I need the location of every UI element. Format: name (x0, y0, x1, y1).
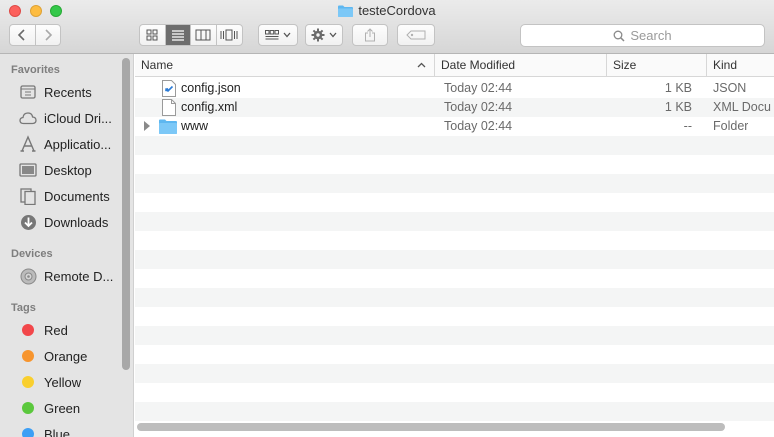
cover-flow-icon (220, 29, 238, 41)
sidebar-item-applications[interactable]: Applicatio... (0, 133, 120, 155)
search-placeholder: Search (630, 28, 672, 43)
blue-tag-dot-icon (22, 428, 34, 437)
column-view-button[interactable] (191, 25, 217, 45)
edit-tags-button[interactable] (397, 24, 435, 46)
sidebar-scrollbar[interactable] (122, 58, 130, 370)
chevron-right-icon (45, 29, 52, 41)
empty-row (135, 212, 774, 231)
disclosure-triangle-icon[interactable] (144, 121, 150, 131)
sidebar-tag-orange[interactable]: Orange (0, 345, 120, 367)
sidebar: Favorites Recents iCloud Dri... Applicat… (0, 54, 134, 437)
cloud-icon (19, 109, 37, 127)
sidebar-item-documents[interactable]: Documents (0, 185, 120, 207)
red-tag-dot-icon (22, 324, 34, 336)
tag-icon (406, 30, 426, 40)
folder-icon (338, 5, 354, 17)
share-icon (365, 28, 375, 42)
column-name[interactable]: Name (135, 54, 435, 76)
file-row-www[interactable]: www Today 02:44 -- Folder (135, 117, 774, 136)
devices-heading: Devices (11, 248, 53, 260)
downloads-icon (19, 213, 37, 231)
folder-icon (159, 119, 177, 134)
sidebar-item-icloud[interactable]: iCloud Dri... (0, 107, 120, 129)
sidebar-item-downloads[interactable]: Downloads (0, 211, 120, 233)
orange-tag-dot-icon (22, 350, 34, 362)
gear-icon (311, 28, 325, 42)
search-icon (613, 30, 625, 42)
empty-row (135, 136, 774, 155)
column-size[interactable]: Size (607, 54, 707, 76)
horizontal-scrollbar[interactable] (137, 423, 725, 431)
empty-row (135, 250, 774, 269)
list-icon (171, 30, 184, 41)
chevron-down-icon (329, 32, 337, 38)
tags-heading: Tags (11, 302, 36, 314)
window-title: testeCordova (358, 3, 436, 18)
empty-row (135, 288, 774, 307)
column-date-modified[interactable]: Date Modified (435, 54, 607, 76)
cover-flow-button[interactable] (217, 25, 242, 45)
back-forward-group (9, 24, 61, 46)
document-icon (162, 99, 176, 116)
yellow-tag-dot-icon (22, 376, 34, 388)
sidebar-tag-red[interactable]: Red (0, 319, 120, 341)
sidebar-tag-green[interactable]: Green (0, 397, 120, 419)
sort-ascending-icon (417, 62, 426, 68)
sidebar-tag-blue[interactable]: Blue (0, 423, 120, 437)
grid-icon (146, 29, 158, 41)
empty-row (135, 364, 774, 383)
favorites-heading: Favorites (11, 64, 60, 76)
applications-icon (19, 135, 37, 153)
file-list: Name Date Modified Size Kind config.json… (135, 54, 774, 437)
sidebar-item-remote-disc[interactable]: Remote D... (0, 265, 120, 287)
toolbar: testeCordova Search (0, 0, 774, 54)
vscode-file-icon (162, 80, 176, 97)
arrange-button[interactable] (258, 24, 298, 46)
disc-icon (19, 267, 37, 285)
column-kind[interactable]: Kind (707, 54, 774, 76)
file-row-config-json[interactable]: config.json Today 02:44 1 KB JSON (135, 79, 774, 98)
back-button[interactable] (10, 25, 36, 45)
sidebar-tag-yellow[interactable]: Yellow (0, 371, 120, 393)
columns-icon (195, 29, 211, 41)
chevron-left-icon (18, 29, 25, 41)
recents-icon (19, 83, 37, 101)
empty-row (135, 174, 774, 193)
column-header: Name Date Modified Size Kind (135, 54, 774, 77)
chevron-down-icon (283, 32, 291, 38)
sidebar-item-recents[interactable]: Recents (0, 81, 120, 103)
action-menu-button[interactable] (305, 24, 343, 46)
sidebar-item-desktop[interactable]: Desktop (0, 159, 120, 181)
desktop-icon (19, 161, 37, 179)
empty-row (135, 326, 774, 345)
icon-view-button[interactable] (140, 25, 166, 45)
finder-window: testeCordova Search Favorites Recents iC… (0, 0, 774, 437)
arrange-grid-icon (265, 30, 279, 40)
documents-icon (19, 187, 37, 205)
window-title-bar: testeCordova (0, 3, 774, 18)
share-button[interactable] (352, 24, 388, 46)
view-mode-group (139, 24, 243, 46)
search-field[interactable]: Search (520, 24, 765, 47)
green-tag-dot-icon (22, 402, 34, 414)
list-view-button[interactable] (165, 25, 191, 45)
empty-row (135, 402, 774, 421)
file-row-config-xml[interactable]: config.xml Today 02:44 1 KB XML Docu (135, 98, 774, 117)
forward-button[interactable] (36, 25, 61, 45)
